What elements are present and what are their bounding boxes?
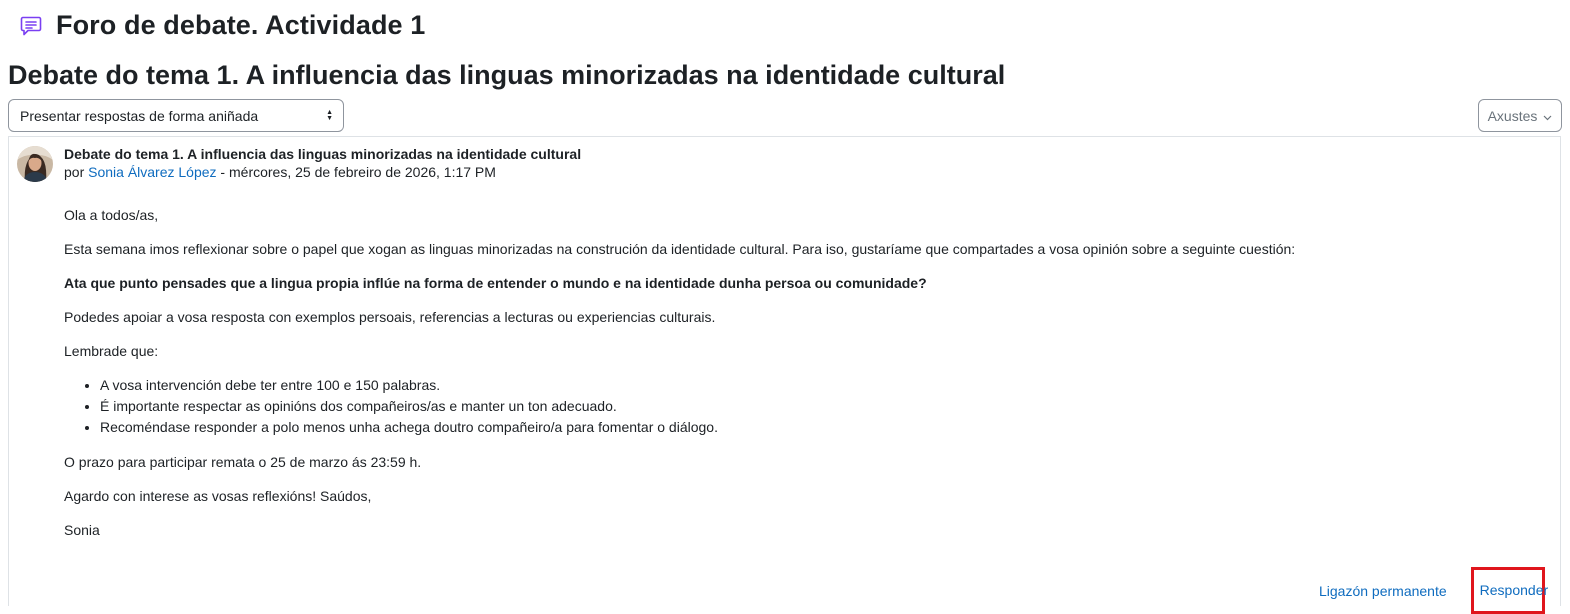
settings-dropdown-button[interactable]: Axustes bbox=[1478, 99, 1562, 132]
reply-button[interactable]: Responder bbox=[1470, 567, 1548, 614]
post-deadline: O prazo para participar remata o 25 de m… bbox=[64, 454, 422, 470]
display-mode-value: Presentar respostas de forma aniñada bbox=[20, 107, 259, 124]
forum-post: Debate do tema 1. A influencia das lingu… bbox=[8, 136, 1561, 614]
select-arrows-icon: ▲ ▼ bbox=[326, 108, 333, 122]
forum-title: Foro de debate. Actividade 1 bbox=[56, 10, 426, 40]
post-greeting: Ola a todos/as, bbox=[64, 207, 159, 223]
forum-discussion-icon bbox=[18, 13, 44, 39]
list-item: Recoméndase responder a polo menos unha … bbox=[100, 417, 1504, 438]
post-subject: Debate do tema 1. A influencia das lingu… bbox=[64, 146, 582, 162]
post-actions: Ligazón permanente Responder bbox=[1319, 567, 1548, 614]
settings-label: Axustes bbox=[1487, 107, 1538, 124]
post-question: Ata que punto pensades que a lingua prop… bbox=[64, 273, 1504, 293]
byline-separator: - bbox=[216, 164, 229, 180]
discussion-title: Debate do tema 1. A influencia das lingu… bbox=[8, 60, 1006, 90]
post-byline: por Sonia Álvarez López - mércores, 25 d… bbox=[64, 164, 496, 180]
forum-header: Foro de debate. Actividade 1 bbox=[18, 10, 425, 41]
chevron-down-icon bbox=[1543, 108, 1552, 124]
post-intro: Esta semana imos reflexionar sobre o pap… bbox=[64, 241, 1296, 257]
post-date: mércores, 25 de febreiro de 2026, 1:17 P… bbox=[229, 164, 496, 180]
permalink-link[interactable]: Ligazón permanente bbox=[1319, 583, 1447, 599]
reminder-list: A vosa intervención debe ter entre 100 e… bbox=[64, 375, 1504, 438]
post-body: Ola a todos/as, Esta semana imos reflexi… bbox=[64, 205, 1504, 554]
author-link[interactable]: Sonia Álvarez López bbox=[88, 164, 216, 180]
post-support: Podedes apoiar a vosa resposta con exemp… bbox=[64, 309, 716, 325]
post-question-text: Ata que punto pensades que a lingua prop… bbox=[64, 275, 927, 291]
list-item: É importante respectar as opinións dos c… bbox=[100, 396, 1504, 417]
display-mode-select[interactable]: Presentar respostas de forma aniñada ▲ ▼ bbox=[8, 99, 344, 132]
byline-prefix: por bbox=[64, 164, 89, 180]
list-item: A vosa intervención debe ter entre 100 e… bbox=[100, 375, 1504, 396]
post-signature: Sonia bbox=[64, 522, 100, 538]
avatar[interactable] bbox=[17, 146, 53, 182]
post-closing: Agardo con interese as vosas reflexións!… bbox=[64, 488, 372, 504]
post-reminder-heading: Lembrade que: bbox=[64, 343, 159, 359]
